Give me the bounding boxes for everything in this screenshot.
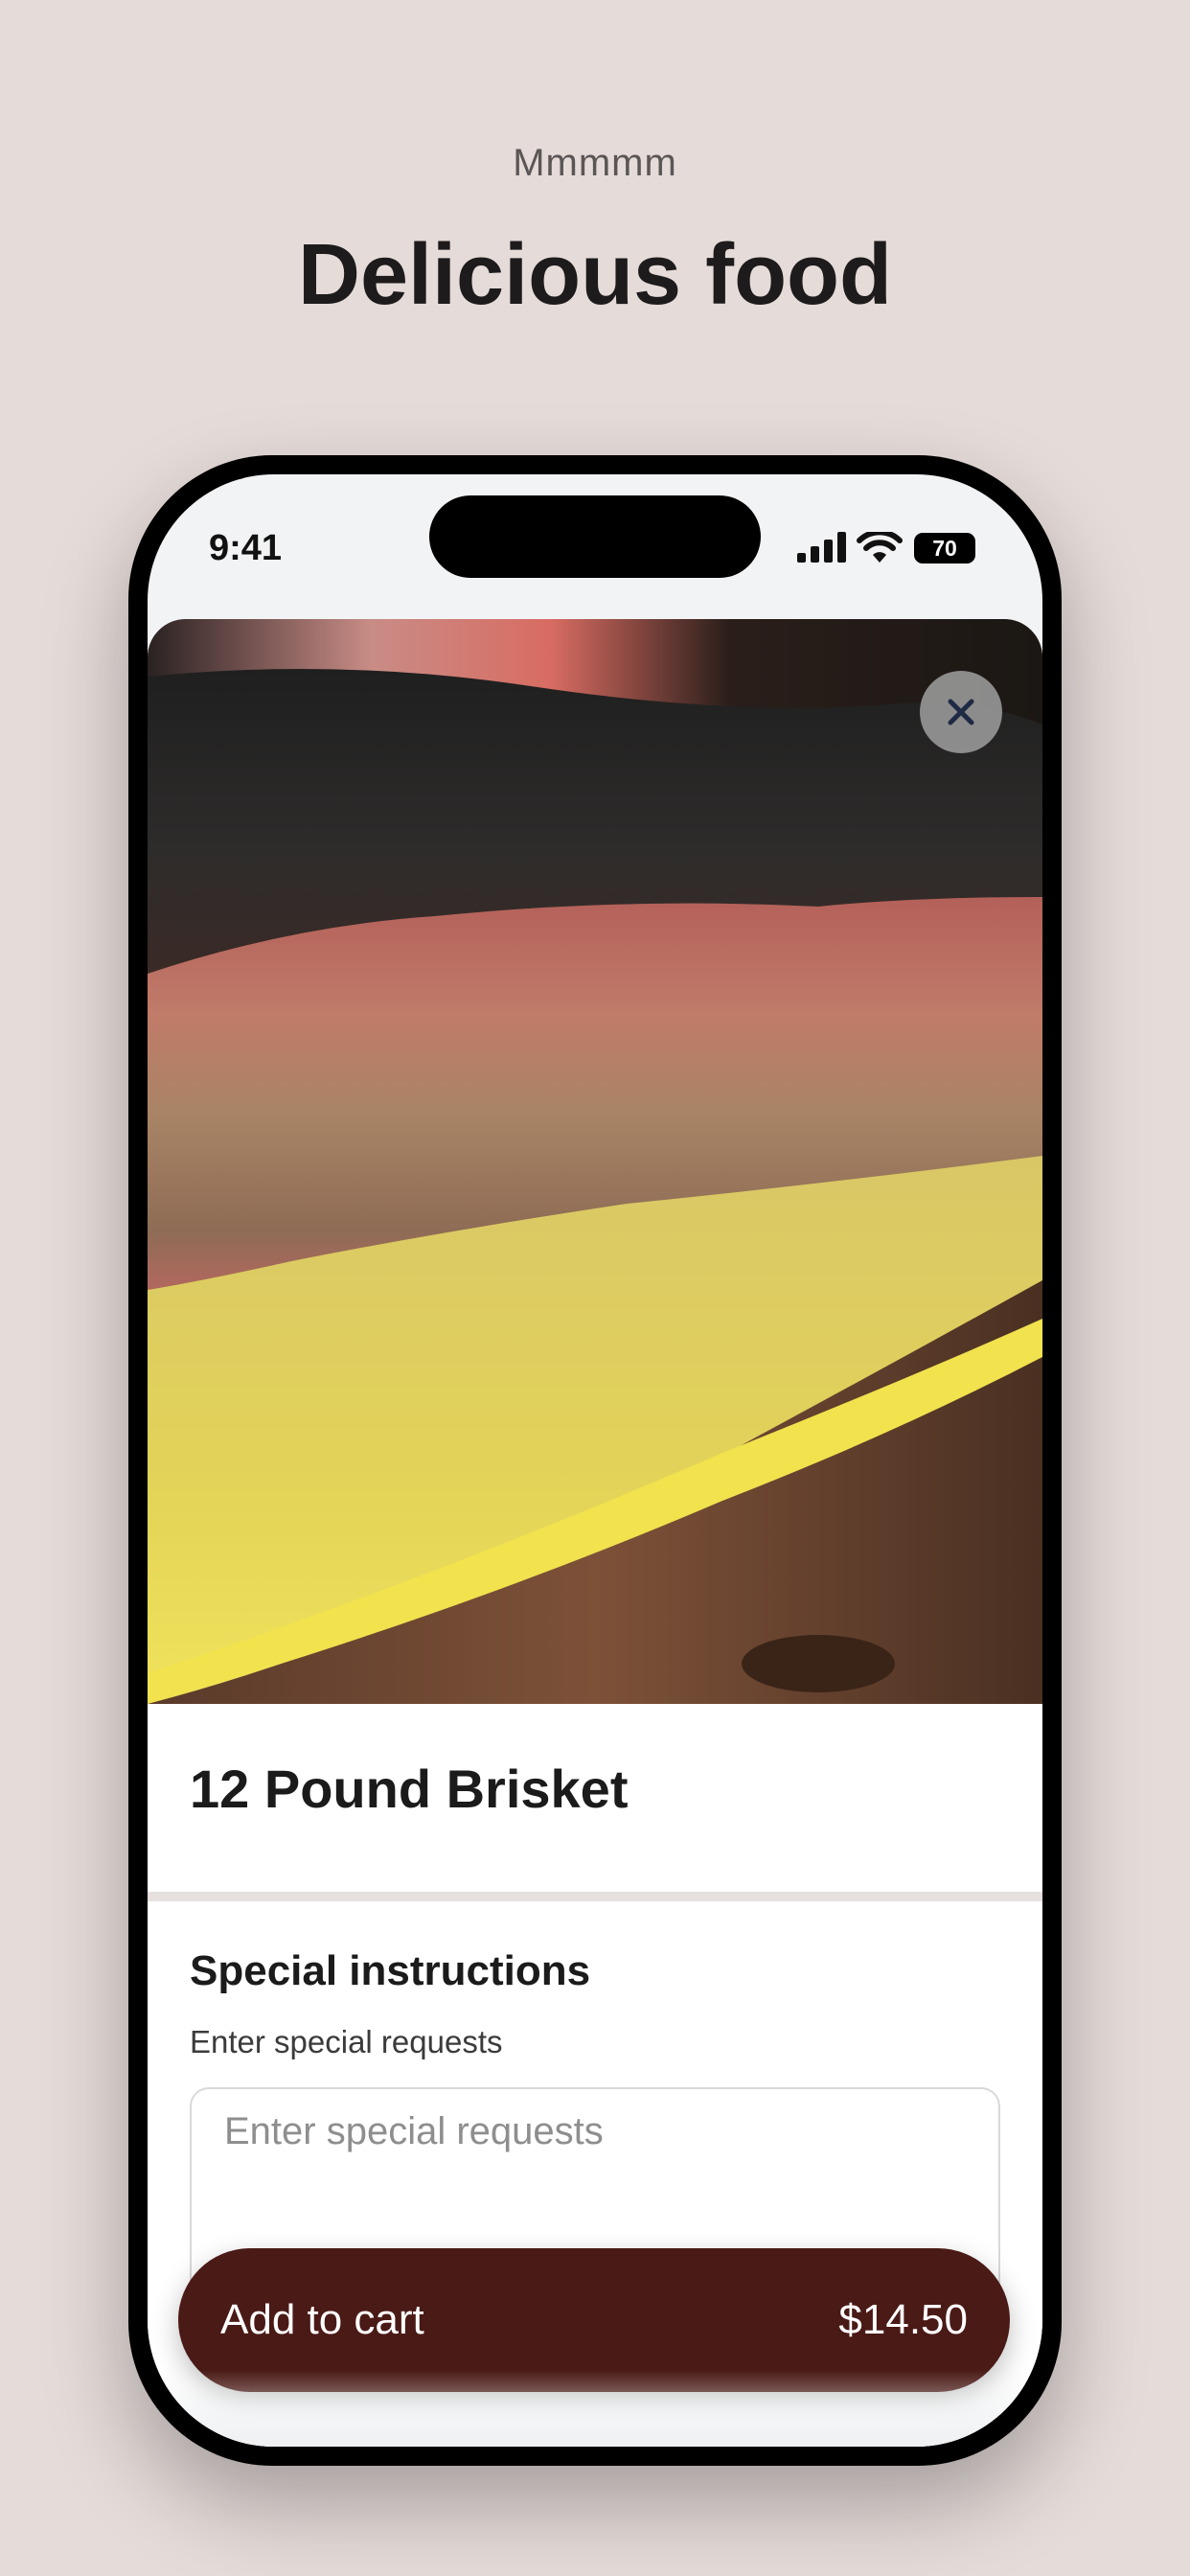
status-time: 9:41 <box>209 528 283 568</box>
close-icon <box>948 699 974 725</box>
cart-price: $14.50 <box>838 2296 968 2343</box>
phone-screen: 9:41 70 12 Pound Brisket Special instruc… <box>148 474 1042 2447</box>
item-title: 12 Pound Brisket <box>190 1759 629 1819</box>
cellular-signal-icon <box>797 532 846 563</box>
home-indicator-area <box>148 2370 1042 2447</box>
status-bar: 9:41 70 <box>148 474 1042 618</box>
promo-title: Delicious food <box>297 227 893 323</box>
section-divider <box>148 1892 1042 1901</box>
special-instructions-subtitle: Enter special requests <box>190 2024 503 2059</box>
special-requests-placeholder: Enter special requests <box>224 2110 604 2152</box>
dynamic-island <box>429 495 761 578</box>
promo-kicker: Mmmmm <box>513 142 677 184</box>
close-button[interactable] <box>920 671 1002 753</box>
item-photo <box>148 619 1042 1704</box>
battery-icon: 70 <box>914 533 975 564</box>
brisket-photo-icon <box>148 619 1042 1704</box>
battery-level: 70 <box>932 536 957 561</box>
special-instructions-heading: Special instructions <box>190 1947 591 1994</box>
wifi-icon <box>857 532 903 563</box>
item-detail-sheet: 12 Pound Brisket Special instructions En… <box>148 619 1042 2447</box>
phone-frame: 9:41 70 12 Pound Brisket Special instruc… <box>128 455 1062 2466</box>
add-to-cart-label: Add to cart <box>220 2296 424 2343</box>
